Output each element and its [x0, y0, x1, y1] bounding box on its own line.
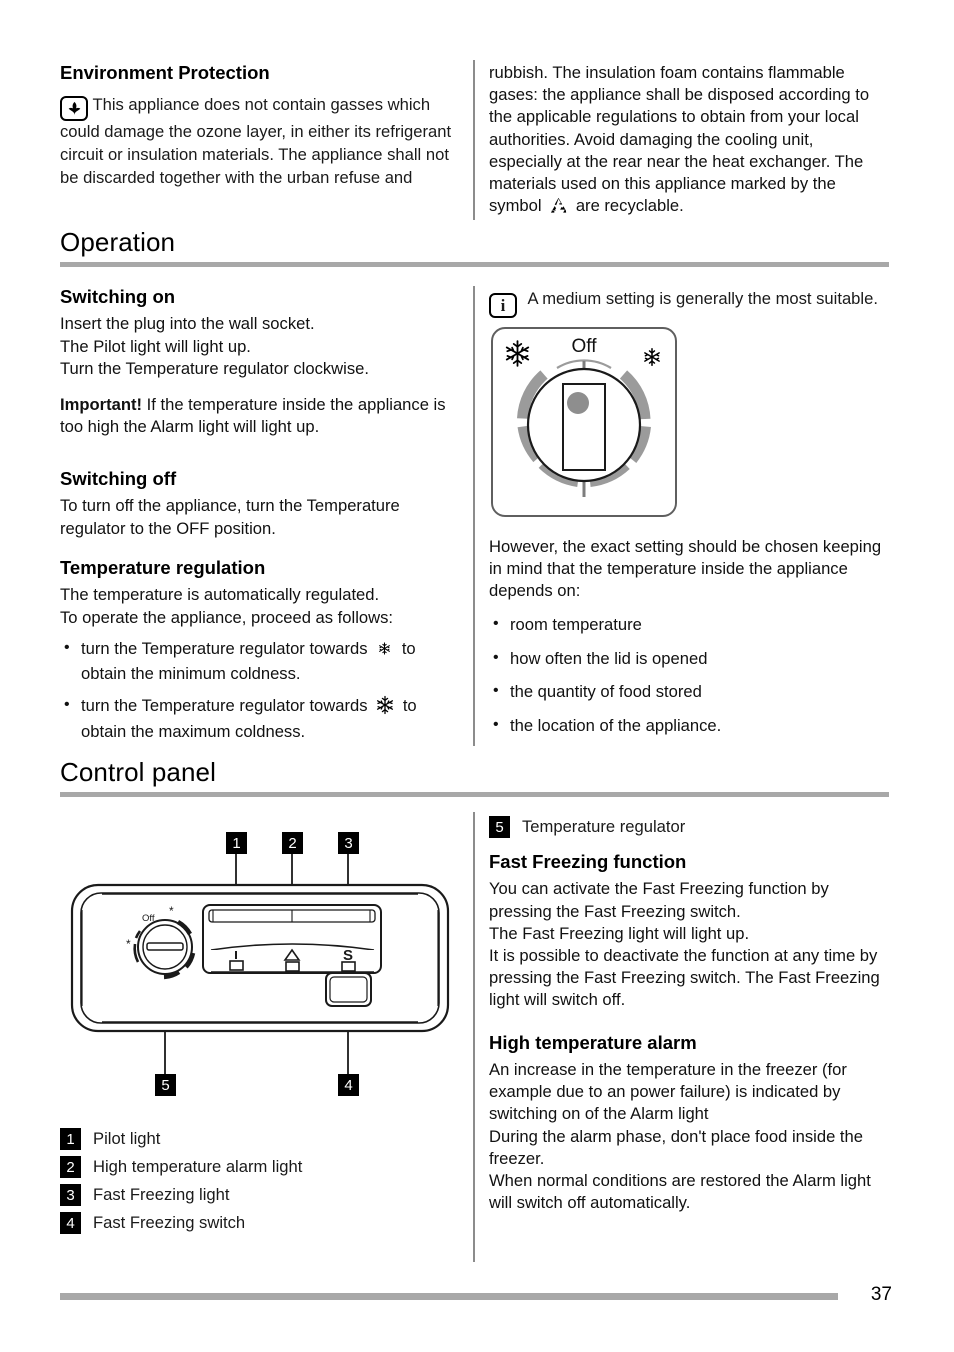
control-panel-section-header: Control panel	[60, 758, 889, 797]
high-temp-alarm-line-1: An increase in the temperature in the fr…	[489, 1059, 847, 1124]
legend-item-5: 5 Temperature regulator	[489, 816, 889, 838]
legend-number: 1	[60, 1128, 81, 1150]
operation-heading: Operation	[60, 227, 176, 257]
list-item: the quantity of food stored	[489, 680, 889, 704]
high-temp-alarm-line-2: During the alarm phase, don't place food…	[489, 1126, 863, 1168]
switching-off-block: Switching off To turn off the appliance,…	[60, 468, 460, 540]
large-snowflake-icon	[375, 695, 395, 722]
switching-off-heading: Switching off	[60, 468, 177, 489]
high-temp-alarm-heading: High temperature alarm	[489, 1031, 697, 1053]
svg-text:*: *	[169, 904, 174, 918]
switching-off-text: To turn off the appliance, turn the Temp…	[60, 496, 400, 538]
svg-text:Off: Off	[142, 913, 155, 924]
legend-item-2: 2 High temperature alarm light	[60, 1156, 460, 1178]
environment-continuation-text: rubbish. The insulation foam contains fl…	[489, 63, 870, 216]
environment-note-text: This appliance does not contain gasses w…	[60, 95, 452, 188]
fast-freezing-heading: Fast Freezing function	[489, 851, 687, 872]
temperature-regulation-bullets: turn the Temperature regulator towards	[60, 637, 460, 745]
bullet-2-pre: turn the Temperature regulator towards	[81, 695, 368, 715]
legend-label: Fast Freezing light	[93, 1185, 230, 1205]
temp-reg-line-1: The temperature is automatically regulat…	[60, 585, 380, 605]
page-number: 37	[870, 1284, 892, 1305]
setting-depends-bullets: room temperature how often the lid is op…	[489, 613, 889, 739]
operation-section-header: Operation	[60, 228, 889, 267]
temperature-regulation-block: Temperature regulation The temperature i…	[60, 557, 460, 753]
control-panel-diagram: 1 2 3 5 4 S Off * *	[60, 826, 460, 1116]
setting-depends-intro: However, the exact setting should be cho…	[489, 537, 882, 601]
plant-leaf-icon	[60, 96, 88, 122]
list-item: turn the Temperature regulator towards	[60, 637, 460, 686]
info-icon: i	[489, 293, 517, 318]
environment-protection-heading: Environment Protection	[60, 62, 270, 83]
switching-on-block: Switching on Insert the plug into the wa…	[60, 286, 460, 438]
legend-item-1: 1 Pilot light	[60, 1128, 460, 1150]
list-item: the location of the appliance.	[489, 714, 889, 738]
legend-item-3: 3 Fast Freezing light	[60, 1184, 460, 1206]
operation-heading-rule	[60, 261, 889, 267]
fast-freezing-line-1: You can activate the Fast Freezing funct…	[489, 879, 829, 921]
control-panel-legend: 1 Pilot light 2 High temperature alarm l…	[60, 1128, 460, 1240]
small-snowflake-icon	[377, 640, 392, 663]
high-temp-alarm-line-3: When normal conditions are restored the …	[489, 1171, 871, 1213]
switching-on-line-2: The Pilot light will light up.	[60, 336, 251, 356]
appliance-lid-graphic: S Off * *	[70, 854, 450, 1074]
legend-number: 4	[60, 1212, 81, 1234]
temp-reg-line-2: To operate the appliance, proceed as fol…	[60, 607, 394, 627]
dial-graphic	[517, 359, 651, 497]
fast-freezing-line-3: It is possible to deactivate the functio…	[489, 945, 880, 1010]
control-panel-heading-rule	[60, 791, 889, 797]
column-divider-control-panel	[473, 812, 475, 1262]
fast-freezing-line-2: The Fast Freezing light will light up.	[489, 923, 750, 943]
list-item: room temperature	[489, 613, 889, 637]
environment-protection-continuation: rubbish. The insulation foam contains fl…	[489, 62, 889, 221]
legend-label: Temperature regulator	[522, 817, 686, 837]
svg-text:*: *	[126, 937, 131, 951]
switching-on-line-1: Insert the plug into the wall socket.	[60, 314, 315, 334]
medium-setting-note-text: A medium setting is generally the most s…	[527, 289, 878, 308]
medium-setting-note: i A medium setting is generally the most…	[489, 288, 889, 318]
environment-protection-section: Environment Protection This appliance do…	[60, 62, 460, 190]
footer-rule	[60, 1293, 838, 1300]
switching-on-line-3: Turn the Temperature regulator clockwise…	[60, 358, 369, 378]
temperature-regulation-heading: Temperature regulation	[60, 557, 266, 578]
recycle-icon	[549, 197, 568, 220]
legend-number: 3	[60, 1184, 81, 1206]
thermostat-dial-illustration: Off	[491, 327, 677, 517]
legend-number: 2	[60, 1156, 81, 1178]
legend-number: 5	[489, 816, 510, 838]
environment-note: This appliance does not contain gasses w…	[60, 94, 460, 190]
list-item: how often the lid is opened	[489, 647, 889, 671]
legend-item-4: 4 Fast Freezing switch	[60, 1212, 460, 1234]
legend-label: Fast Freezing switch	[93, 1213, 246, 1233]
switching-on-important: Important! If the temperature inside the…	[60, 394, 460, 438]
setting-depends-block: However, the exact setting should be cho…	[489, 536, 889, 749]
control-panel-heading: Control panel	[60, 757, 216, 787]
important-label: Important!	[60, 394, 143, 414]
dial-box: Off	[491, 327, 677, 517]
list-item: turn the Temperature regulator towards	[60, 694, 460, 745]
control-panel-right-column: 5 Temperature regulator Fast Freezing fu…	[489, 816, 889, 1215]
bullet-1-pre: turn the Temperature regulator towards	[81, 638, 368, 658]
environment-continuation-tail: are recyclable.	[575, 196, 684, 216]
switching-on-heading: Switching on	[60, 286, 176, 307]
legend-label: High temperature alarm light	[93, 1157, 303, 1177]
column-divider-top	[473, 60, 475, 220]
manual-page: Environment Protection This appliance do…	[0, 0, 954, 1352]
column-divider-operation	[473, 286, 475, 746]
legend-label: Pilot light	[93, 1129, 161, 1149]
